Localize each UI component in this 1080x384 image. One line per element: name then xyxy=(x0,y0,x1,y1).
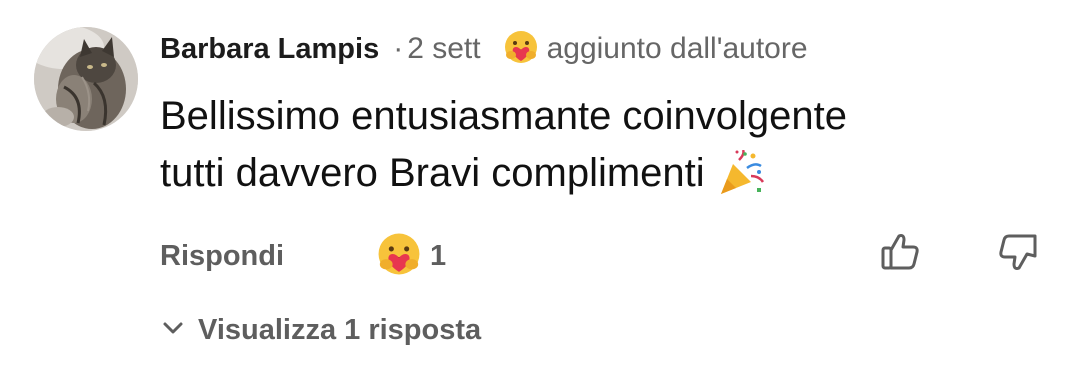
chevron-down-icon xyxy=(160,315,186,346)
thumb-down-icon xyxy=(996,230,1040,279)
like-button[interactable] xyxy=(876,230,924,278)
author-badge-label: aggiunto dall'autore xyxy=(546,32,808,65)
comment-header: Barbara Lampis · 2 sett aggiunto dall'au… xyxy=(160,28,808,70)
comment-line-1: Bellissimo entusiasmante coinvolgente xyxy=(160,94,848,138)
comment-actions: Rispondi 1 xyxy=(160,232,446,280)
dislike-button[interactable] xyxy=(994,230,1042,278)
view-replies-label: Visualizza 1 risposta xyxy=(198,313,482,346)
author-name[interactable]: Barbara Lampis xyxy=(160,33,379,66)
comment-line-2-text: tutti davvero Bravi complimenti xyxy=(160,151,705,195)
care-reaction-icon xyxy=(376,231,422,282)
comment-line-2: tutti davvero Bravi complimenti xyxy=(160,145,1040,202)
avatar-cat-image xyxy=(34,27,138,131)
comment-timestamp[interactable]: 2 sett xyxy=(407,32,480,66)
reply-button[interactable]: Rispondi xyxy=(160,240,284,273)
care-reaction-icon xyxy=(503,29,539,70)
comment-text: Bellissimo entusiasmante coinvolgente tu… xyxy=(160,88,1040,202)
reaction-count: 1 xyxy=(430,239,447,272)
reaction-summary[interactable]: 1 xyxy=(376,231,446,282)
party-popper-icon xyxy=(717,149,765,198)
avatar[interactable] xyxy=(34,27,138,131)
author-badge: aggiunto dall'autore xyxy=(503,29,808,70)
thumb-up-icon xyxy=(878,230,922,279)
view-replies-button[interactable]: Visualizza 1 risposta xyxy=(160,308,481,352)
meta-separator: · xyxy=(393,32,404,65)
